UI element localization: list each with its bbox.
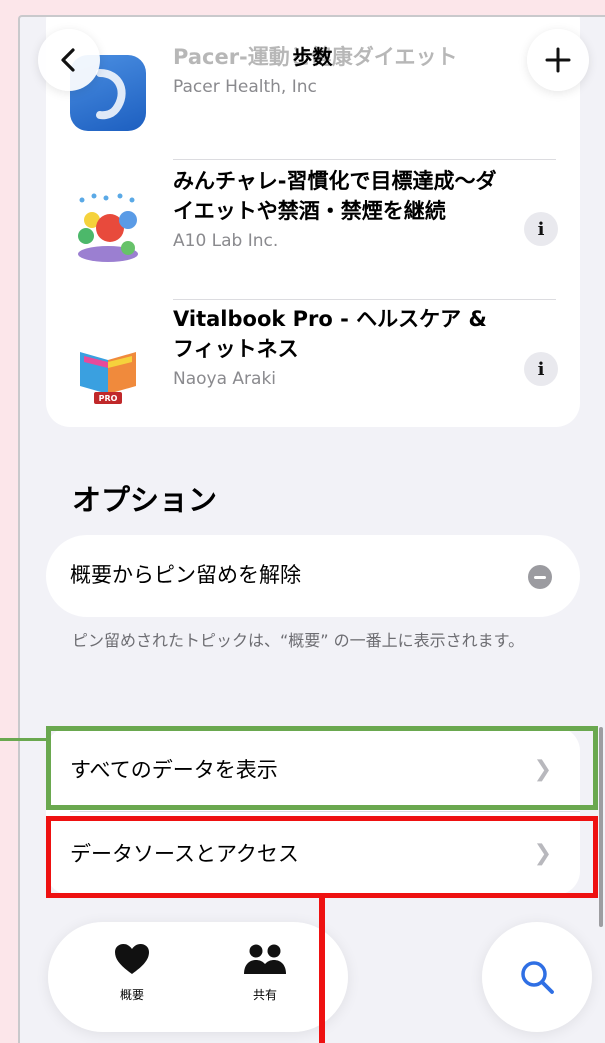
people-icon (244, 944, 286, 974)
minus-circle-icon[interactable] (528, 565, 552, 589)
app-row-minchalle[interactable]: みんチャレ-習慣化で目標達成〜ダイエットや禁酒・禁煙を継続 A10 Lab In… (46, 160, 580, 298)
unpin-label: 概要からピン留めを解除 (70, 563, 301, 587)
highlight-box-red (46, 816, 598, 898)
chevron-left-icon (61, 48, 75, 72)
app-name: Vitalbook Pro - ヘルスケア & フィットネス (173, 307, 487, 361)
annotation-red-line (319, 898, 325, 1043)
tab-summary[interactable]: 概要 (92, 942, 172, 1003)
plus-icon (545, 47, 571, 73)
app-name: みんチャレ-習慣化で目標達成〜ダイエットや禁酒・禁煙を継続 (173, 169, 497, 223)
vitalbook-app-icon: PRO (70, 334, 146, 410)
info-button[interactable]: i (524, 352, 558, 386)
heart-icon (115, 944, 149, 974)
annotation-green-line (0, 738, 48, 741)
apps-card: Pacer-運動と健康ダイエット Pacer Health, Inc みんチャレ… (46, 17, 580, 430)
app-developer: Pacer Health, Inc (173, 77, 317, 97)
add-button[interactable] (527, 29, 589, 91)
section-title-options: オプション (72, 483, 218, 517)
back-button[interactable] (38, 29, 100, 91)
page-title: 歩数 (292, 45, 333, 69)
highlight-box-green (46, 726, 598, 810)
tab-summary-label: 概要 (119, 988, 144, 1002)
app-developer: A10 Lab Inc. (173, 231, 279, 251)
unpin-row[interactable]: 概要からピン留めを解除 (46, 535, 580, 617)
tab-share-label: 共有 (252, 988, 277, 1002)
scroll-indicator[interactable] (599, 727, 603, 927)
tab-share[interactable]: 共有 (225, 942, 305, 1003)
app-row-vitalbook[interactable]: PRO Vitalbook Pro - ヘルスケア & フィットネス Naoya… (46, 300, 580, 430)
search-icon (521, 961, 554, 994)
tab-bar: 概要 共有 (48, 922, 348, 1032)
minchalle-app-icon (70, 190, 146, 266)
app-developer: Naoya Araki (173, 369, 277, 389)
svg-text:PRO: PRO (99, 394, 118, 403)
info-button[interactable]: i (524, 212, 558, 246)
search-button[interactable] (482, 922, 592, 1032)
pin-footnote: ピン留めされたトピックは、“概要” の一番上に表示されます。 (72, 631, 525, 650)
